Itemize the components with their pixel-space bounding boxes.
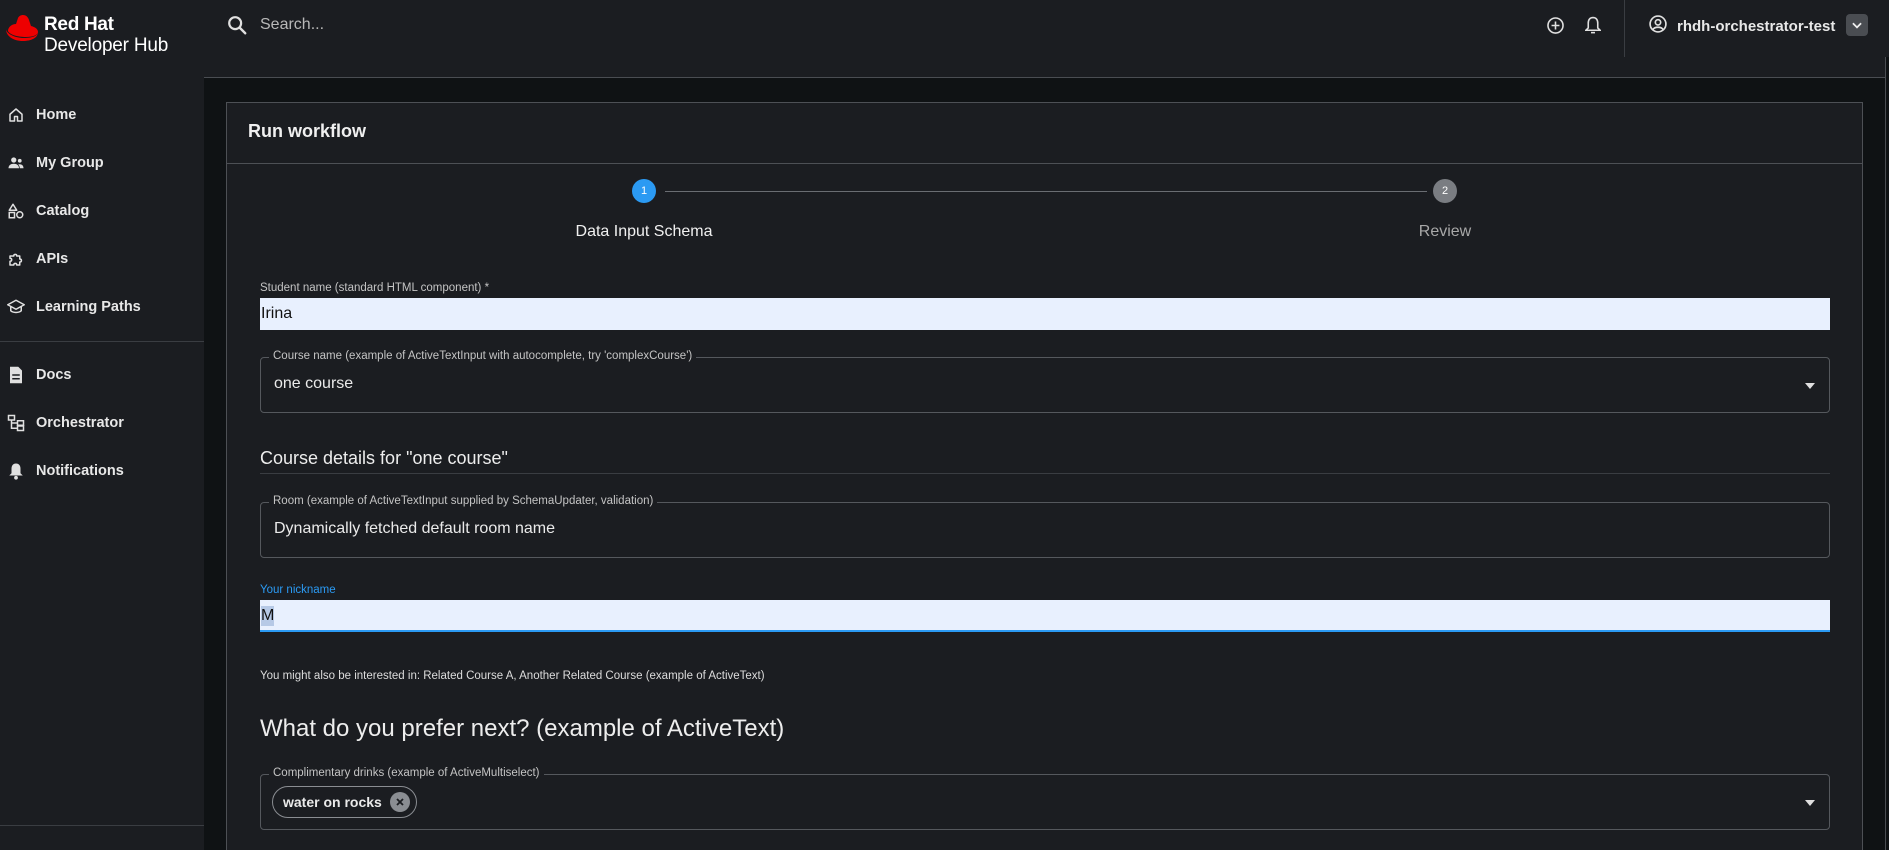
nickname-input[interactable]: M [261,606,275,626]
student-name-label: Student name (standard HTML component) * [260,282,490,294]
course-name-label: Course name (example of ActiveTextInput … [269,350,697,362]
sidebar-item-catalog[interactable]: Catalog [0,191,204,231]
sidebar-item-orchestrator[interactable]: Orchestrator [0,403,204,443]
add-circle-icon[interactable] [1545,15,1565,35]
sidebar-item-label: Home [36,107,77,123]
sidebar-item-my-group[interactable]: My Group [0,143,204,183]
step-2-indicator: 2 [1433,179,1457,203]
sidebar-item-docs[interactable]: Docs [0,355,204,395]
school-icon [6,297,26,317]
student-name-input[interactable] [260,298,1830,330]
sidebar-item-label: APIs [36,251,69,267]
search-input[interactable] [260,12,860,38]
complimentary-drinks-multiselect[interactable]: Complimentary drinks (example of ActiveM… [260,767,1830,830]
puzzle-icon [6,249,26,269]
sidebar-item-label: Docs [36,367,72,383]
sidebar-item-label: Orchestrator [36,415,124,431]
sidebar-bottom-divider [0,825,204,826]
room-field[interactable]: Room (example of ActiveTextInput supplie… [260,495,1830,558]
step-number: 2 [1441,185,1449,197]
notifications-bell-icon[interactable] [1583,15,1603,35]
course-name-value: one course [274,375,354,392]
room-label: Room (example of ActiveTextInput supplie… [269,495,658,507]
dropdown-arrow-icon[interactable] [1805,800,1815,806]
top-header: rhdh-orchestrator-test [204,0,1889,57]
step-1-label: Data Input Schema [575,223,713,240]
header-subbar [204,57,1885,78]
user-profile[interactable]: rhdh-orchestrator-test [1648,14,1835,39]
document-icon [6,365,26,385]
step-2-label: Review [1418,223,1472,240]
sidebar-item-label: Learning Paths [36,299,141,315]
run-workflow-card: Run workflow 1 2 Data Input Schema Revie… [226,102,1863,850]
bell-icon [6,461,26,481]
brand-logo[interactable]: Red Hat Developer Hub [4,14,168,56]
section-divider [260,473,1830,474]
step-connector [665,191,1427,192]
sidebar-item-learning-paths[interactable]: Learning Paths [0,287,204,327]
drink-chip[interactable]: water on rocks [272,786,417,818]
step-1-indicator: 1 [632,179,656,203]
nickname-label: Your nickname [260,584,336,596]
group-icon [6,153,26,173]
home-icon [6,105,26,125]
sidebar-item-notifications[interactable]: Notifications [0,451,204,491]
workflow-icon [6,413,26,433]
card-divider [227,163,1862,164]
scrollbar-track[interactable] [1885,57,1886,850]
search-icon[interactable] [226,14,248,41]
related-courses-text: You might also be interested in: Related… [260,670,765,682]
prefer-next-title: What do you prefer next? (example of Act… [260,715,785,742]
sidebar-divider [0,341,204,342]
user-name: rhdh-orchestrator-test [1677,18,1836,35]
account-circle-icon [1648,14,1668,39]
course-details-title: Course details for "one course" [260,448,508,468]
step-number: 1 [640,185,648,197]
sidebar-item-label: Catalog [36,203,90,219]
sidebar-item-label: Notifications [36,463,124,479]
sidebar-item-home[interactable]: Home [0,95,204,135]
drinks-label: Complimentary drinks (example of ActiveM… [269,767,544,779]
sidebar-item-apis[interactable]: APIs [0,239,204,279]
room-value: Dynamically fetched default room name [274,520,556,537]
brand-line1: Red Hat [44,14,114,35]
catalog-icon [6,201,26,221]
page-title: Run workflow [248,121,366,141]
redhat-fedora-icon [6,15,38,41]
dropdown-arrow-icon[interactable] [1805,383,1815,389]
close-icon[interactable] [389,792,410,812]
course-name-select[interactable]: Course name (example of ActiveTextInput … [260,350,1830,413]
header-divider [1624,0,1625,57]
sidebar-item-label: My Group [36,155,104,171]
nickname-field[interactable]: M [260,600,1830,632]
sidebar: Red Hat Developer Hub Home My Group Cata… [0,0,204,850]
chip-label: water on rocks [283,794,382,810]
chevron-down-icon[interactable] [1846,14,1868,36]
brand-line2: Developer Hub [44,35,169,56]
